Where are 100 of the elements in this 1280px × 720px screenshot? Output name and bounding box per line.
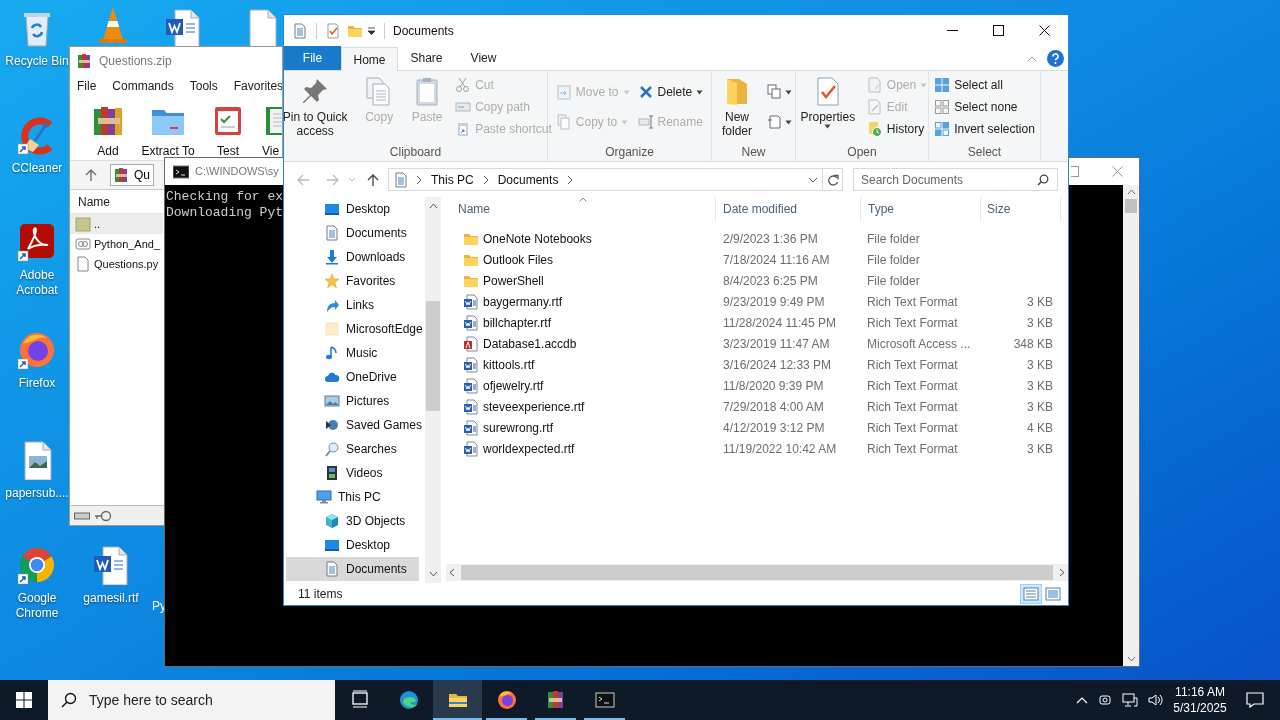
file-item[interactable]: Outlook Files [451,249,716,270]
file-item[interactable]: ofjewelry.rtf [451,375,716,396]
select-all-icon [934,77,951,93]
breadcrumb[interactable]: Documents [495,170,561,189]
ribbon-tab[interactable]: File [284,46,341,70]
ribbon-tab[interactable]: Home [341,47,398,71]
invert-selection-icon [934,121,951,137]
file-item[interactable]: worldexpected.rtf [451,438,716,459]
books-icon [545,690,566,710]
search-field[interactable]: Type here to search [48,680,335,720]
refresh-button[interactable] [823,168,843,191]
scrollbar[interactable] [1123,185,1139,666]
menu-item[interactable]: Favorites [233,77,282,95]
nav-item[interactable]: Pictures [286,389,419,413]
file-item[interactable]: baygermany.rtf [451,291,716,312]
ribbon-button[interactable]: New folder [715,71,759,143]
date-cell-text: 7/29/2018 4:00 AM [722,398,825,416]
file-item[interactable]: kittools.rtf [451,354,716,375]
folder-icon [324,321,340,337]
ribbon-button[interactable]: History [866,118,928,140]
nav-item[interactable]: Documents [286,221,419,245]
type-cell-text: Rich Text Format [866,293,959,311]
ribbon-tab[interactable]: View [455,46,512,70]
menu-item[interactable]: Commands [112,77,174,95]
size-cell-text: 3 KB [1026,377,1054,395]
ribbon-button[interactable]: Pin to Quick access [284,71,352,143]
nav-item[interactable]: Favorites [286,269,419,293]
clock[interactable]: 11:16 AM 5/31/2025 [1170,680,1230,720]
search-icon [61,692,77,708]
nav-item[interactable]: Videos [286,461,419,485]
nav-item[interactable]: Desktop [286,197,419,221]
word-document-icon [463,356,479,373]
ribbon-tab[interactable]: Share [398,46,455,70]
view-button[interactable] [1020,584,1042,604]
desktop-folder-icon [324,201,340,217]
file-row[interactable]: Python_And_ [70,234,163,254]
nav-item[interactable]: Music [286,341,419,365]
sort-caret-icon [578,197,588,202]
details-view-icon [1023,586,1039,602]
size-cell-text: 4 KB [1026,419,1054,437]
dropdown-icon [808,176,818,183]
network-icon [1122,692,1138,708]
taskbar-button[interactable] [433,680,482,720]
ribbon-button[interactable]: Invert selection [934,118,1035,140]
file-item[interactable]: steveexperience.rtf [451,396,716,417]
path-icon [455,99,472,115]
nav-item[interactable]: OneDrive [286,365,419,389]
tray-expand-icon [1076,696,1088,704]
refresh-icon [826,173,839,186]
nav-item[interactable]: Documents [286,557,419,581]
address-bar[interactable]: This PC Documents [388,168,823,191]
file-item[interactable]: OneNote Notebooks [451,228,716,249]
file-item[interactable]: Database1.accdb [451,333,716,354]
ribbon-button[interactable]: Properties [796,71,859,143]
horizontal-scrollbar[interactable] [446,564,1068,581]
search-field[interactable]: Search Documents [853,168,1058,191]
view-button[interactable] [1042,584,1064,604]
scrollbar-thumb[interactable] [426,301,440,411]
ribbon-button[interactable]: Select all [934,74,1035,96]
file-row[interactable]: .. [70,214,163,234]
column-header[interactable]: Name [78,192,110,211]
file-item[interactable]: PowerShell [451,270,716,291]
scrollbar[interactable] [425,197,441,583]
file-icon [75,256,91,272]
up-arrow-icon [84,168,98,182]
file-row[interactable]: Questions.py [70,254,163,274]
ribbon-button[interactable]: Delete [637,81,704,103]
column-header[interactable]: Size [981,197,1061,221]
menu-item[interactable]: Tools [189,77,218,95]
nav-item[interactable]: Links [286,293,419,317]
copy-icon [555,114,572,130]
help-icon [1047,49,1064,67]
file-item[interactable]: surewrong.rtf [451,417,716,438]
word-document-icon [463,293,479,310]
select-none-icon [934,99,951,115]
nav-item[interactable]: 3D Objects [286,509,419,533]
menu-item[interactable]: File [77,77,97,95]
nav-item[interactable]: Searches [286,437,419,461]
column-header[interactable]: Name [451,197,716,221]
ribbon-group-label: Select [966,144,1003,161]
date-cell-text: 11/8/2020 9:39 PM [722,377,825,395]
scrollbar-thumb[interactable] [1125,199,1137,213]
scrollbar-thumb[interactable] [461,565,1053,580]
nav-item[interactable]: Downloads [286,245,419,269]
column-header[interactable]: Date modified [716,197,861,221]
ribbon-button[interactable]: Select none [934,96,1035,118]
column-header[interactable]: Type [861,197,981,221]
nav-item[interactable]: This PC [286,485,419,509]
word-document-icon [91,545,131,585]
file-item[interactable]: billchapter.rtf [451,312,716,333]
ribbon-group-label: Open [846,144,878,161]
address-field[interactable]: Qu [110,164,154,186]
scroll-left-icon [449,568,455,577]
nav-item[interactable]: Desktop [286,533,419,557]
desktop-shortcut[interactable]: Google Chrome [3,545,71,621]
scroll-down-icon [428,571,438,577]
toolbar-button[interactable]: Add [78,103,138,160]
date-cell-text: 8/4/2023 6:25 PM [722,272,819,290]
breadcrumb[interactable]: This PC [429,170,476,189]
desktop-shortcut[interactable]: gamesil.rtf [77,545,145,606]
